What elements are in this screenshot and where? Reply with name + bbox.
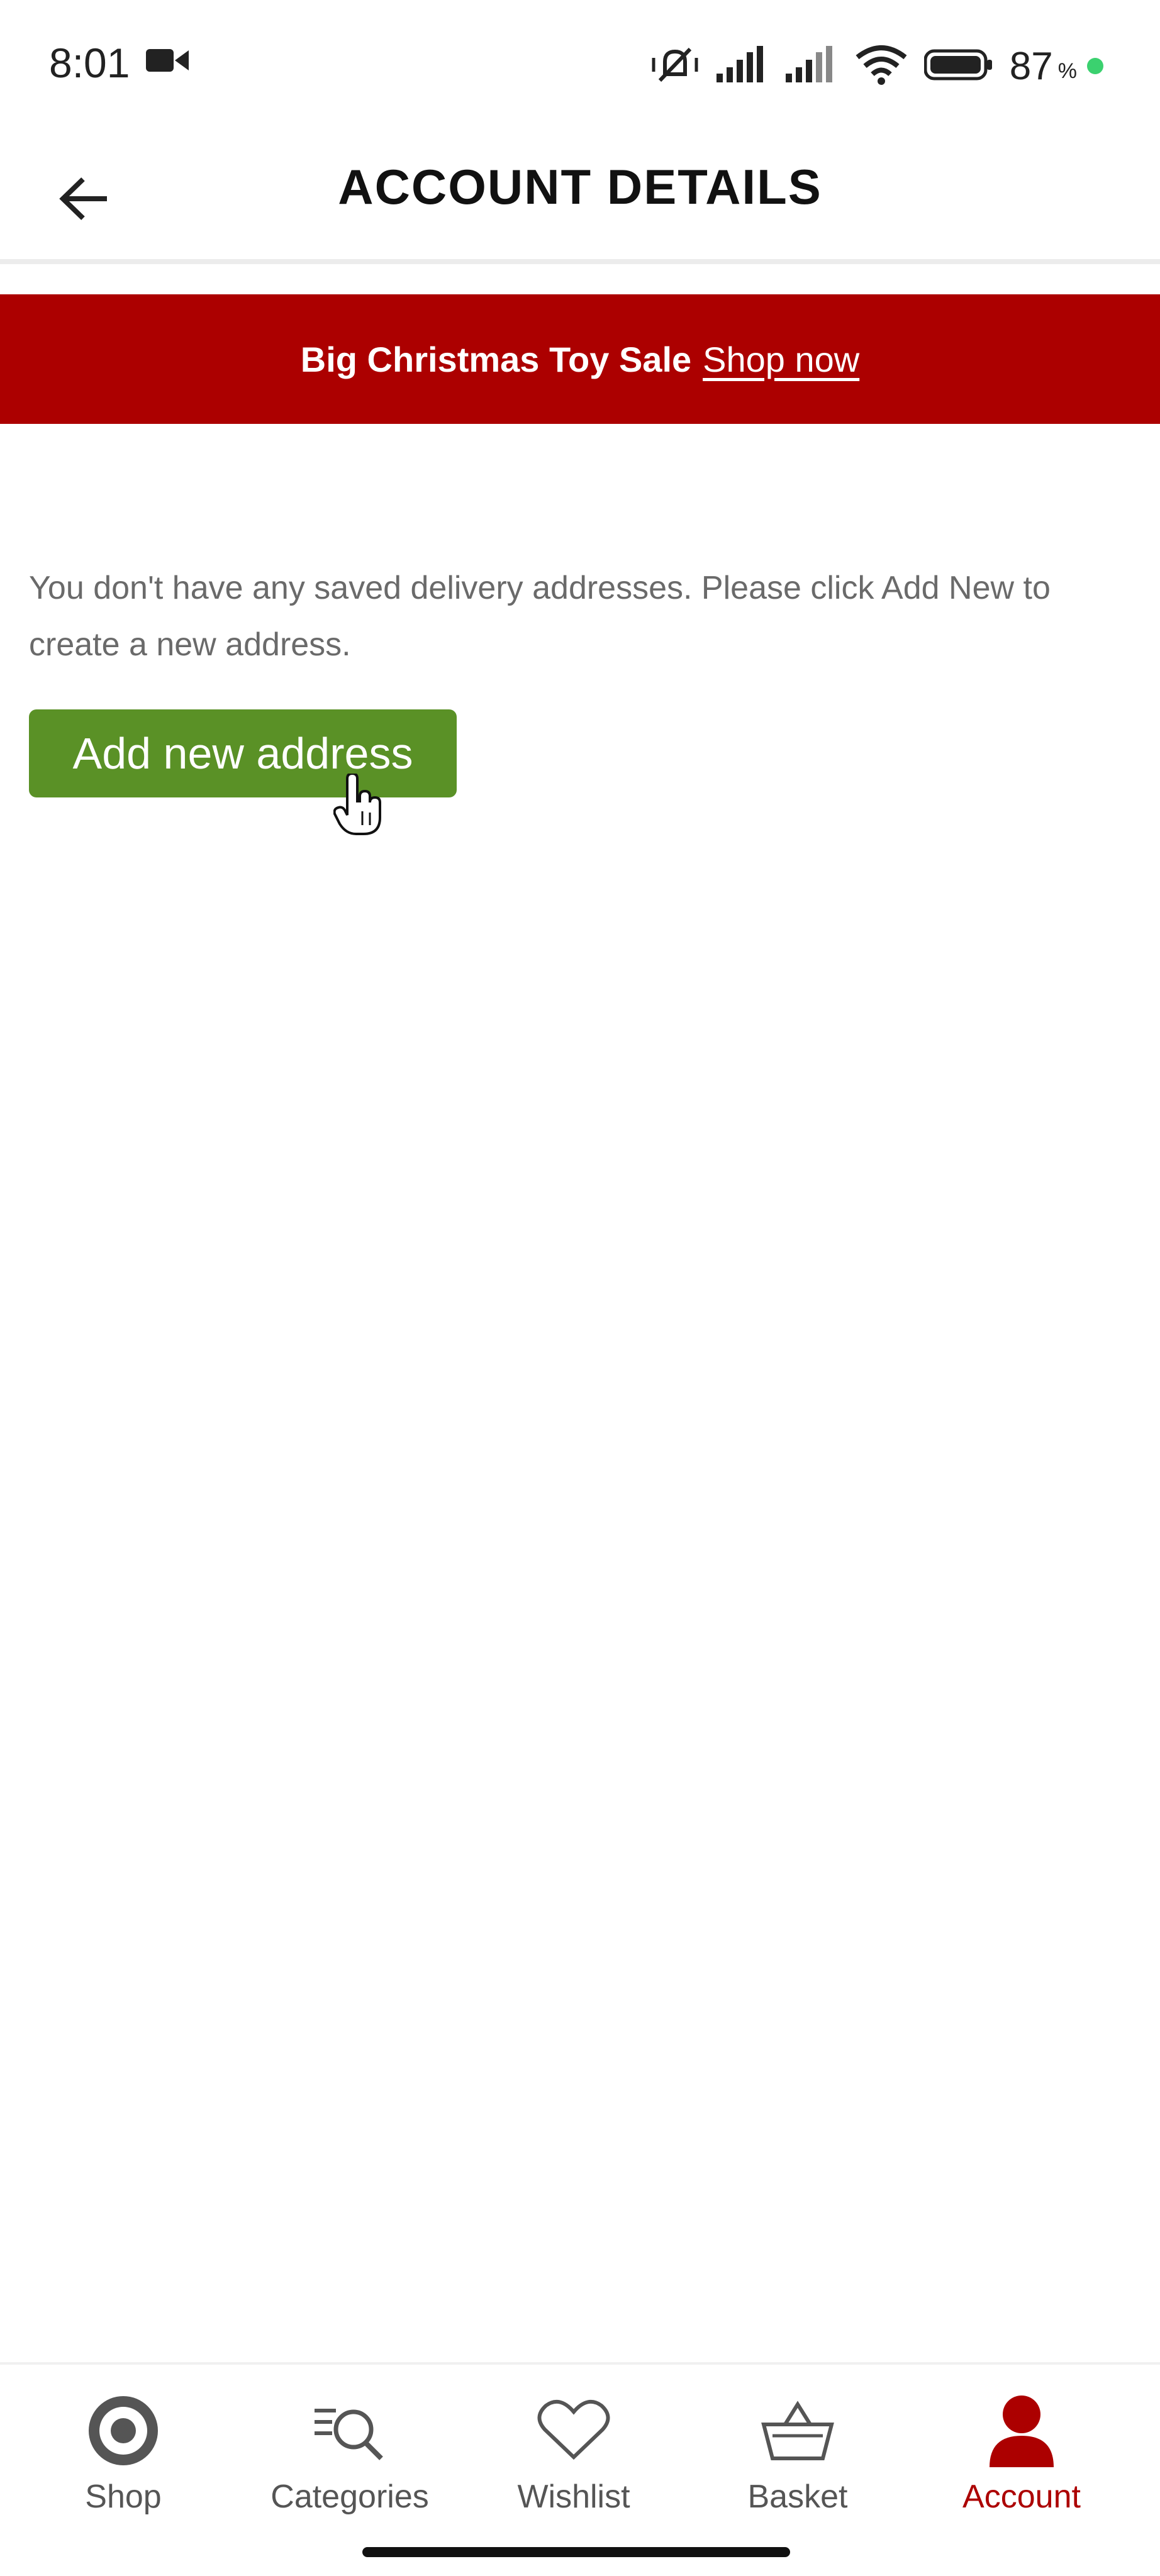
empty-addresses-message: You don't have any saved delivery addres… — [29, 570, 1051, 663]
nav-item-categories[interactable]: Categories — [255, 2390, 444, 2534]
shop-now-link[interactable]: Shop now — [703, 339, 859, 380]
battery-percent: 87 — [1009, 44, 1053, 88]
promo-banner[interactable]: Big Christmas Toy Sale Shop now — [0, 294, 1160, 424]
add-new-address-button[interactable]: Add new address — [29, 709, 457, 797]
battery-icon — [923, 48, 993, 84]
status-time: 8:01 — [49, 40, 130, 86]
nav-label: Wishlist — [517, 2479, 630, 2515]
video-camera-icon — [146, 47, 189, 77]
nav-label: Categories — [270, 2479, 429, 2515]
status-bar: 8:01 87 % — [0, 0, 1160, 132]
nav-label: Shop — [85, 2479, 162, 2515]
nav-item-shop[interactable]: Shop — [29, 2390, 218, 2534]
promo-text: Big Christmas Toy Sale — [300, 339, 692, 379]
mute-vibrate-icon — [650, 43, 700, 90]
home-indicator[interactable] — [362, 2547, 790, 2557]
person-icon — [927, 2390, 1116, 2472]
hand-cursor-icon — [333, 772, 384, 840]
signal-icon — [785, 45, 839, 87]
basket-icon — [703, 2390, 892, 2472]
battery-percent-symbol: % — [1057, 58, 1077, 83]
page-title: ACCOUNT DETAILS — [338, 159, 822, 214]
target-icon — [29, 2390, 218, 2472]
nav-item-account[interactable]: Account — [927, 2390, 1116, 2534]
nav-item-wishlist[interactable]: Wishlist — [479, 2390, 668, 2534]
signal-icon — [716, 45, 769, 87]
bottom-navigation: Shop Categories Wishlist Basket Account — [0, 2362, 1160, 2576]
nav-label: Basket — [747, 2479, 848, 2515]
heart-icon — [479, 2390, 668, 2472]
wifi-icon — [855, 45, 908, 88]
nav-label: Account — [962, 2479, 1081, 2515]
charging-dot — [1087, 58, 1103, 74]
list-search-icon — [255, 2390, 444, 2472]
app-header: ACCOUNT DETAILS — [0, 132, 1160, 264]
nav-item-basket[interactable]: Basket — [703, 2390, 892, 2534]
